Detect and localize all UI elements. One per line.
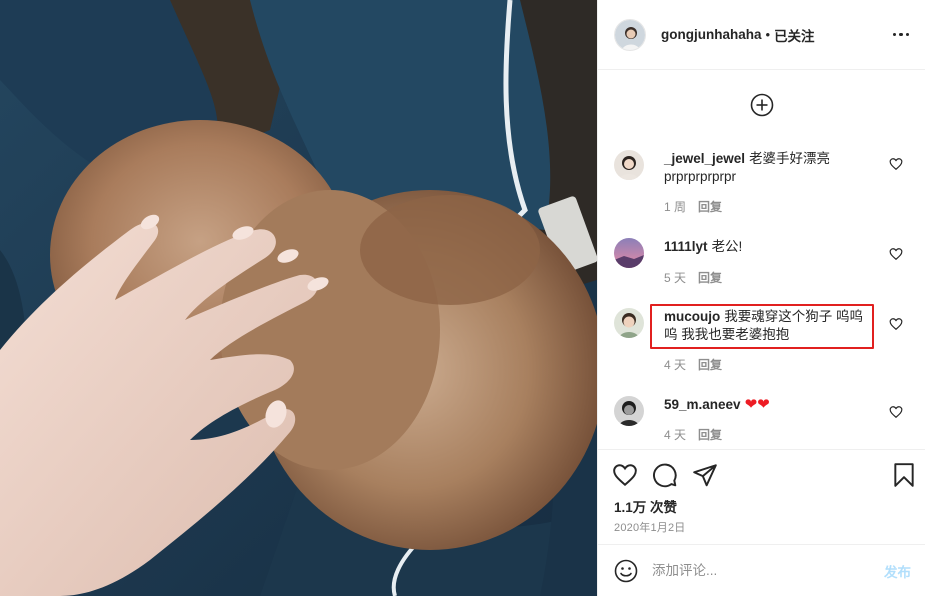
more-dots-icon[interactable] xyxy=(891,27,912,43)
comment-item: _jewel_jewel 老婆手好漂亮prprprprprpr 1 周 回复 xyxy=(614,150,911,220)
smiley-icon[interactable] xyxy=(614,559,638,583)
post-date: 2020年1月2日 xyxy=(614,522,686,534)
comment-text: ❤❤ xyxy=(744,396,770,413)
load-more-comments xyxy=(598,70,925,140)
commenter-avatar[interactable] xyxy=(614,150,644,180)
author-username[interactable]: gongjunhahaha xyxy=(661,27,762,42)
post-comment-button[interactable]: 发布 xyxy=(884,561,911,581)
author-avatar[interactable] xyxy=(614,18,646,51)
paper-plane-icon[interactable] xyxy=(692,462,718,488)
commenter-avatar[interactable] xyxy=(614,238,644,268)
comment-meta: 5 天 回复 xyxy=(664,269,722,286)
dog-on-lap-image xyxy=(0,0,597,596)
comment-item: 59_m.aneev ❤❤ 4 天 回复 xyxy=(614,396,911,446)
post-side-panel: gongjunhahaha • 已关注 _jewel_jewel 老婆手好漂亮pr… xyxy=(597,0,925,596)
heart-icon[interactable] xyxy=(889,247,903,261)
reply-button[interactable]: 回复 xyxy=(698,426,722,443)
comment-body: 59_m.aneev ❤❤ xyxy=(664,396,874,414)
follow-status-button[interactable]: 已关注 xyxy=(774,25,815,45)
comment-meta: 4 天 回复 xyxy=(664,426,722,443)
comment-username[interactable]: 59_m.aneev xyxy=(664,397,741,412)
comment-body: mucoujo 我要魂穿这个狗子 呜呜呜 我我也要老婆抱抱 xyxy=(664,308,874,344)
comment-meta: 1 周 回复 xyxy=(664,198,722,215)
comment-input[interactable] xyxy=(652,563,884,578)
comment-age: 1 周 xyxy=(664,200,687,214)
commenter-avatar[interactable] xyxy=(614,308,644,338)
reply-button[interactable]: 回复 xyxy=(698,269,722,286)
reply-button[interactable]: 回复 xyxy=(698,198,722,215)
comment-age: 4 天 xyxy=(664,358,687,372)
heart-icon[interactable] xyxy=(889,157,903,171)
header-separator: • xyxy=(765,27,771,42)
heart-icon[interactable] xyxy=(889,317,903,331)
post-actions: 1.1万 次赞 2020年1月2日 xyxy=(598,449,925,544)
post-header: gongjunhahaha • 已关注 xyxy=(598,0,925,70)
comment-age: 5 天 xyxy=(664,271,687,285)
comment-meta: 4 天 回复 xyxy=(664,356,722,373)
heart-icon[interactable] xyxy=(612,462,638,488)
comment-age: 4 天 xyxy=(664,428,687,442)
heart-icon[interactable] xyxy=(889,405,903,419)
comment-body: 1111lyt 老公! xyxy=(664,238,874,256)
comment-username[interactable]: mucoujo xyxy=(664,309,720,324)
comment-text: 老公! xyxy=(711,239,743,254)
comment-bubble-icon[interactable] xyxy=(652,462,678,488)
action-icons-row xyxy=(612,462,917,488)
comment-body: _jewel_jewel 老婆手好漂亮prprprprprpr xyxy=(664,150,874,186)
comment-username[interactable]: 1111lyt xyxy=(664,239,708,254)
bookmark-icon[interactable] xyxy=(891,462,917,488)
comment-item: mucoujo 我要魂穿这个狗子 呜呜呜 我我也要老婆抱抱 4 天 回复 xyxy=(614,308,911,376)
comment-item: 1111lyt 老公! 5 天 回复 xyxy=(614,238,911,288)
comment-username[interactable]: _jewel_jewel xyxy=(664,151,745,166)
add-comment-bar: 发布 xyxy=(598,544,925,596)
like-count[interactable]: 1.1万 次赞 xyxy=(614,496,677,516)
commenter-avatar[interactable] xyxy=(614,396,644,426)
post-photo[interactable] xyxy=(0,0,597,596)
reply-button[interactable]: 回复 xyxy=(698,356,722,373)
plus-circle-icon[interactable] xyxy=(750,93,774,117)
comments-list: _jewel_jewel 老婆手好漂亮prprprprprpr 1 周 回复 11… xyxy=(598,140,925,450)
